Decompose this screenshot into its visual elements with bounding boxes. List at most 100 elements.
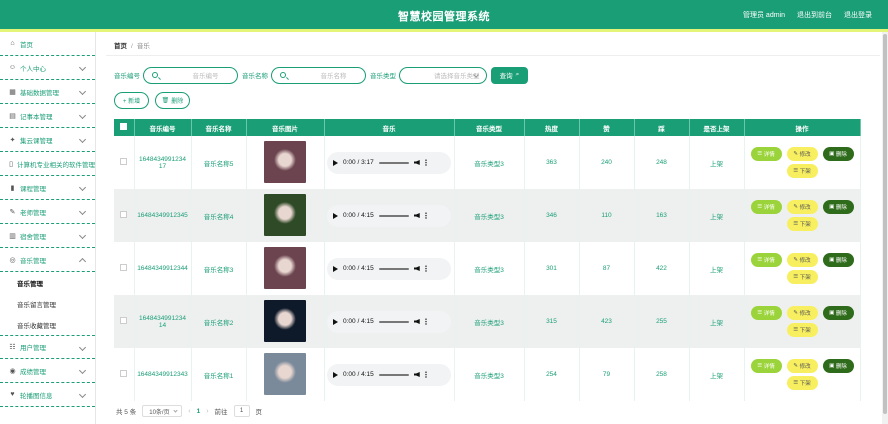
more-options-icon[interactable] <box>424 265 427 272</box>
volume-icon[interactable] <box>413 319 420 324</box>
logout-link[interactable]: 退出登录 <box>844 10 872 20</box>
scrollbar[interactable] <box>882 32 888 424</box>
take-down-button[interactable]: ☰ 下架 <box>786 323 818 337</box>
col-header[interactable]: 热度 <box>524 119 580 136</box>
col-header[interactable]: 音乐类型 <box>454 119 525 136</box>
page-size-select[interactable]: 10条/页 <box>142 405 183 417</box>
sidebar-item-teacher[interactable]: ✎ 老师管理 <box>0 200 95 224</box>
more-options-icon[interactable] <box>424 371 427 378</box>
row-select-cell[interactable] <box>114 348 135 401</box>
back-to-front-link[interactable]: 退出到前台 <box>797 10 832 20</box>
breadcrumb-home[interactable]: 首页 <box>114 43 127 50</box>
sidebar-item-scores[interactable]: ◉ 成绩管理 <box>0 359 95 383</box>
music-cover-image[interactable] <box>264 193 306 236</box>
goto-page-input[interactable]: 1 <box>233 405 250 417</box>
page-number[interactable]: 1 <box>197 408 201 415</box>
edit-button[interactable]: ✎ 修改 <box>786 306 818 320</box>
more-options-icon[interactable] <box>424 318 427 325</box>
col-header[interactable]: 是否上架 <box>689 119 745 136</box>
code-search-input[interactable]: 音乐编号 <box>143 66 238 84</box>
col-header[interactable]: 音乐编号 <box>134 119 192 136</box>
audio-progress-bar[interactable] <box>378 373 409 376</box>
detail-button[interactable]: ☰ 详情 <box>750 359 782 373</box>
audio-player[interactable]: 0:00 / 4:15 <box>327 257 451 280</box>
more-options-icon[interactable] <box>424 212 427 219</box>
sidebar-item-software[interactable]: ▯ 计算机专业相关的软件管理 <box>0 152 95 176</box>
delete-row-button[interactable]: ▣ 删除 <box>822 200 854 214</box>
edit-button[interactable]: ✎ 修改 <box>786 147 818 161</box>
prev-page-button[interactable]: ‹ <box>188 408 190 415</box>
audio-player[interactable]: 0:00 / 4:15 <box>327 363 451 386</box>
edit-button[interactable]: ✎ 修改 <box>786 200 818 214</box>
take-down-button[interactable]: ☰ 下架 <box>786 270 818 284</box>
name-search-input[interactable]: 音乐名称 <box>271 66 366 84</box>
col-header[interactable]: 音乐 <box>324 119 455 136</box>
sidebar-subitem-music-comments[interactable]: 音乐留言管理 <box>0 293 95 314</box>
audio-progress-bar[interactable] <box>378 267 409 270</box>
query-button[interactable]: 查询 ⌕ <box>491 66 528 84</box>
sidebar-item-notebook[interactable]: ▤ 记事本管理 <box>0 104 95 128</box>
play-icon[interactable] <box>333 371 338 378</box>
sidebar-subitem-music-manage[interactable]: 音乐管理 <box>0 272 95 293</box>
more-options-icon[interactable] <box>424 159 427 166</box>
edit-button[interactable]: ✎ 修改 <box>786 253 818 267</box>
play-icon[interactable] <box>333 318 338 325</box>
sidebar-item-profile[interactable]: ☺ 个人中心 <box>0 56 95 80</box>
sidebar-item-cloud-course[interactable]: ✦ 集云课管理 <box>0 128 95 152</box>
detail-button[interactable]: ☰ 详情 <box>750 200 782 214</box>
row-checkbox[interactable] <box>120 317 128 324</box>
sidebar-item-carousel[interactable]: ♥ 轮播图信息 <box>0 383 95 407</box>
sidebar-item-music[interactable]: ◎ 音乐管理 <box>0 248 95 272</box>
delete-row-button[interactable]: ▣ 删除 <box>822 306 854 320</box>
volume-icon[interactable] <box>413 266 420 271</box>
take-down-button[interactable]: ☰ 下架 <box>786 376 818 390</box>
volume-icon[interactable] <box>413 160 420 165</box>
sidebar-item-basic-data[interactable]: ▦ 基础数据管理 <box>0 80 95 104</box>
row-select-cell[interactable] <box>114 242 135 295</box>
edit-button[interactable]: ✎ 修改 <box>786 359 818 373</box>
add-button[interactable]: + 新增 <box>114 92 149 109</box>
type-select[interactable]: 请选择音乐类型 <box>399 66 487 84</box>
music-cover-image[interactable] <box>264 140 306 183</box>
volume-icon[interactable] <box>413 213 420 218</box>
detail-button[interactable]: ☰ 详情 <box>750 147 782 161</box>
next-page-button[interactable]: › <box>206 408 208 415</box>
audio-player[interactable]: 0:00 / 4:15 <box>327 310 451 333</box>
row-checkbox[interactable] <box>120 158 128 165</box>
row-select-cell[interactable] <box>114 136 135 189</box>
sidebar-item-users[interactable]: ☷ 用户管理 <box>0 335 95 359</box>
col-header[interactable]: 音乐名称 <box>191 119 247 136</box>
audio-progress-bar[interactable] <box>378 320 409 323</box>
delete-button[interactable]: 🗑 删除 <box>155 92 190 109</box>
audio-progress-bar[interactable] <box>378 214 409 217</box>
detail-button[interactable]: ☰ 详情 <box>750 253 782 267</box>
sidebar-item-dorm[interactable]: ▥ 宿舍管理 <box>0 224 95 248</box>
play-icon[interactable] <box>333 159 338 166</box>
music-cover-image[interactable] <box>264 352 306 395</box>
audio-progress-bar[interactable] <box>378 161 409 164</box>
take-down-button[interactable]: ☰ 下架 <box>786 217 818 231</box>
select-all-checkbox[interactable] <box>120 123 128 130</box>
delete-row-button[interactable]: ▣ 删除 <box>822 147 854 161</box>
row-select-cell[interactable] <box>114 189 135 242</box>
col-header[interactable]: 音乐图片 <box>246 119 325 136</box>
sidebar-item-course[interactable]: ▮ 课程管理 <box>0 176 95 200</box>
select-all-cell[interactable] <box>114 119 135 136</box>
row-select-cell[interactable] <box>114 295 135 348</box>
play-icon[interactable] <box>333 212 338 219</box>
audio-player[interactable]: 0:00 / 4:15 <box>327 204 451 227</box>
sidebar-subitem-music-favorites[interactable]: 音乐收藏管理 <box>0 314 95 335</box>
row-checkbox[interactable] <box>120 370 128 377</box>
volume-icon[interactable] <box>413 372 420 377</box>
scrollbar-thumb[interactable] <box>883 34 887 414</box>
take-down-button[interactable]: ☰ 下架 <box>786 164 818 178</box>
delete-row-button[interactable]: ▣ 删除 <box>822 359 854 373</box>
sidebar-item-home[interactable]: ⌂ 首页 <box>0 32 95 56</box>
col-header[interactable]: 踩 <box>634 119 690 136</box>
row-checkbox[interactable] <box>120 211 128 218</box>
row-checkbox[interactable] <box>120 264 128 271</box>
play-icon[interactable] <box>333 265 338 272</box>
detail-button[interactable]: ☰ 详情 <box>750 306 782 320</box>
audio-player[interactable]: 0:00 / 3:17 <box>327 151 451 174</box>
col-header[interactable]: 赞 <box>579 119 635 136</box>
